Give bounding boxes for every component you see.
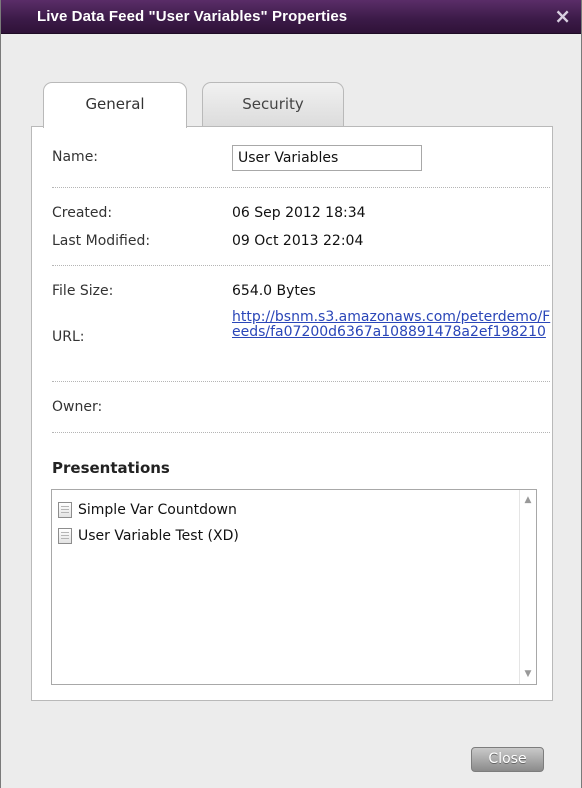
file-size-value: 654.0 Bytes xyxy=(232,283,316,299)
tab-general[interactable]: General xyxy=(43,82,187,128)
document-icon xyxy=(58,528,72,544)
file-size-label: File Size: xyxy=(52,283,114,299)
last-modified-value: 09 Oct 2013 22:04 xyxy=(232,233,364,249)
list-item[interactable]: Simple Var Countdown xyxy=(58,499,237,521)
dialog-titlebar[interactable]: Live Data Feed "User Variables" Properti… xyxy=(1,0,581,34)
list-item-label: Simple Var Countdown xyxy=(78,502,237,518)
presentations-list[interactable]: Simple Var Countdown User Variable Test … xyxy=(51,489,537,685)
divider xyxy=(52,381,550,382)
close-icon[interactable]: × xyxy=(554,6,571,26)
url-label: URL: xyxy=(52,329,85,345)
list-item-label: User Variable Test (XD) xyxy=(78,528,239,544)
dialog-title: Live Data Feed "User Variables" Properti… xyxy=(37,8,348,25)
name-label: Name: xyxy=(52,149,99,165)
name-field[interactable] xyxy=(232,145,422,171)
owner-label: Owner: xyxy=(52,399,103,415)
presentations-heading: Presentations xyxy=(52,459,170,477)
document-icon xyxy=(58,502,72,518)
list-scrollbar[interactable]: ▲ ▼ xyxy=(519,490,536,684)
last-modified-label: Last Modified: xyxy=(52,233,151,249)
created-label: Created: xyxy=(52,205,113,221)
tab-security[interactable]: Security xyxy=(202,82,344,126)
close-button[interactable]: Close xyxy=(471,747,544,772)
divider xyxy=(52,187,550,188)
scroll-up-arrow-icon[interactable]: ▲ xyxy=(524,496,532,505)
created-value: 06 Sep 2012 18:34 xyxy=(232,205,366,221)
url-link[interactable]: http://bsnm.s3.amazonaws.com/peterdemo/F… xyxy=(232,310,552,340)
general-panel: Name: Created: 06 Sep 2012 18:34 Last Mo… xyxy=(31,126,553,701)
divider xyxy=(52,265,550,266)
divider xyxy=(52,432,550,433)
scroll-down-arrow-icon[interactable]: ▼ xyxy=(524,670,532,679)
properties-dialog: Live Data Feed "User Variables" Properti… xyxy=(0,0,582,788)
list-item[interactable]: User Variable Test (XD) xyxy=(58,525,239,547)
